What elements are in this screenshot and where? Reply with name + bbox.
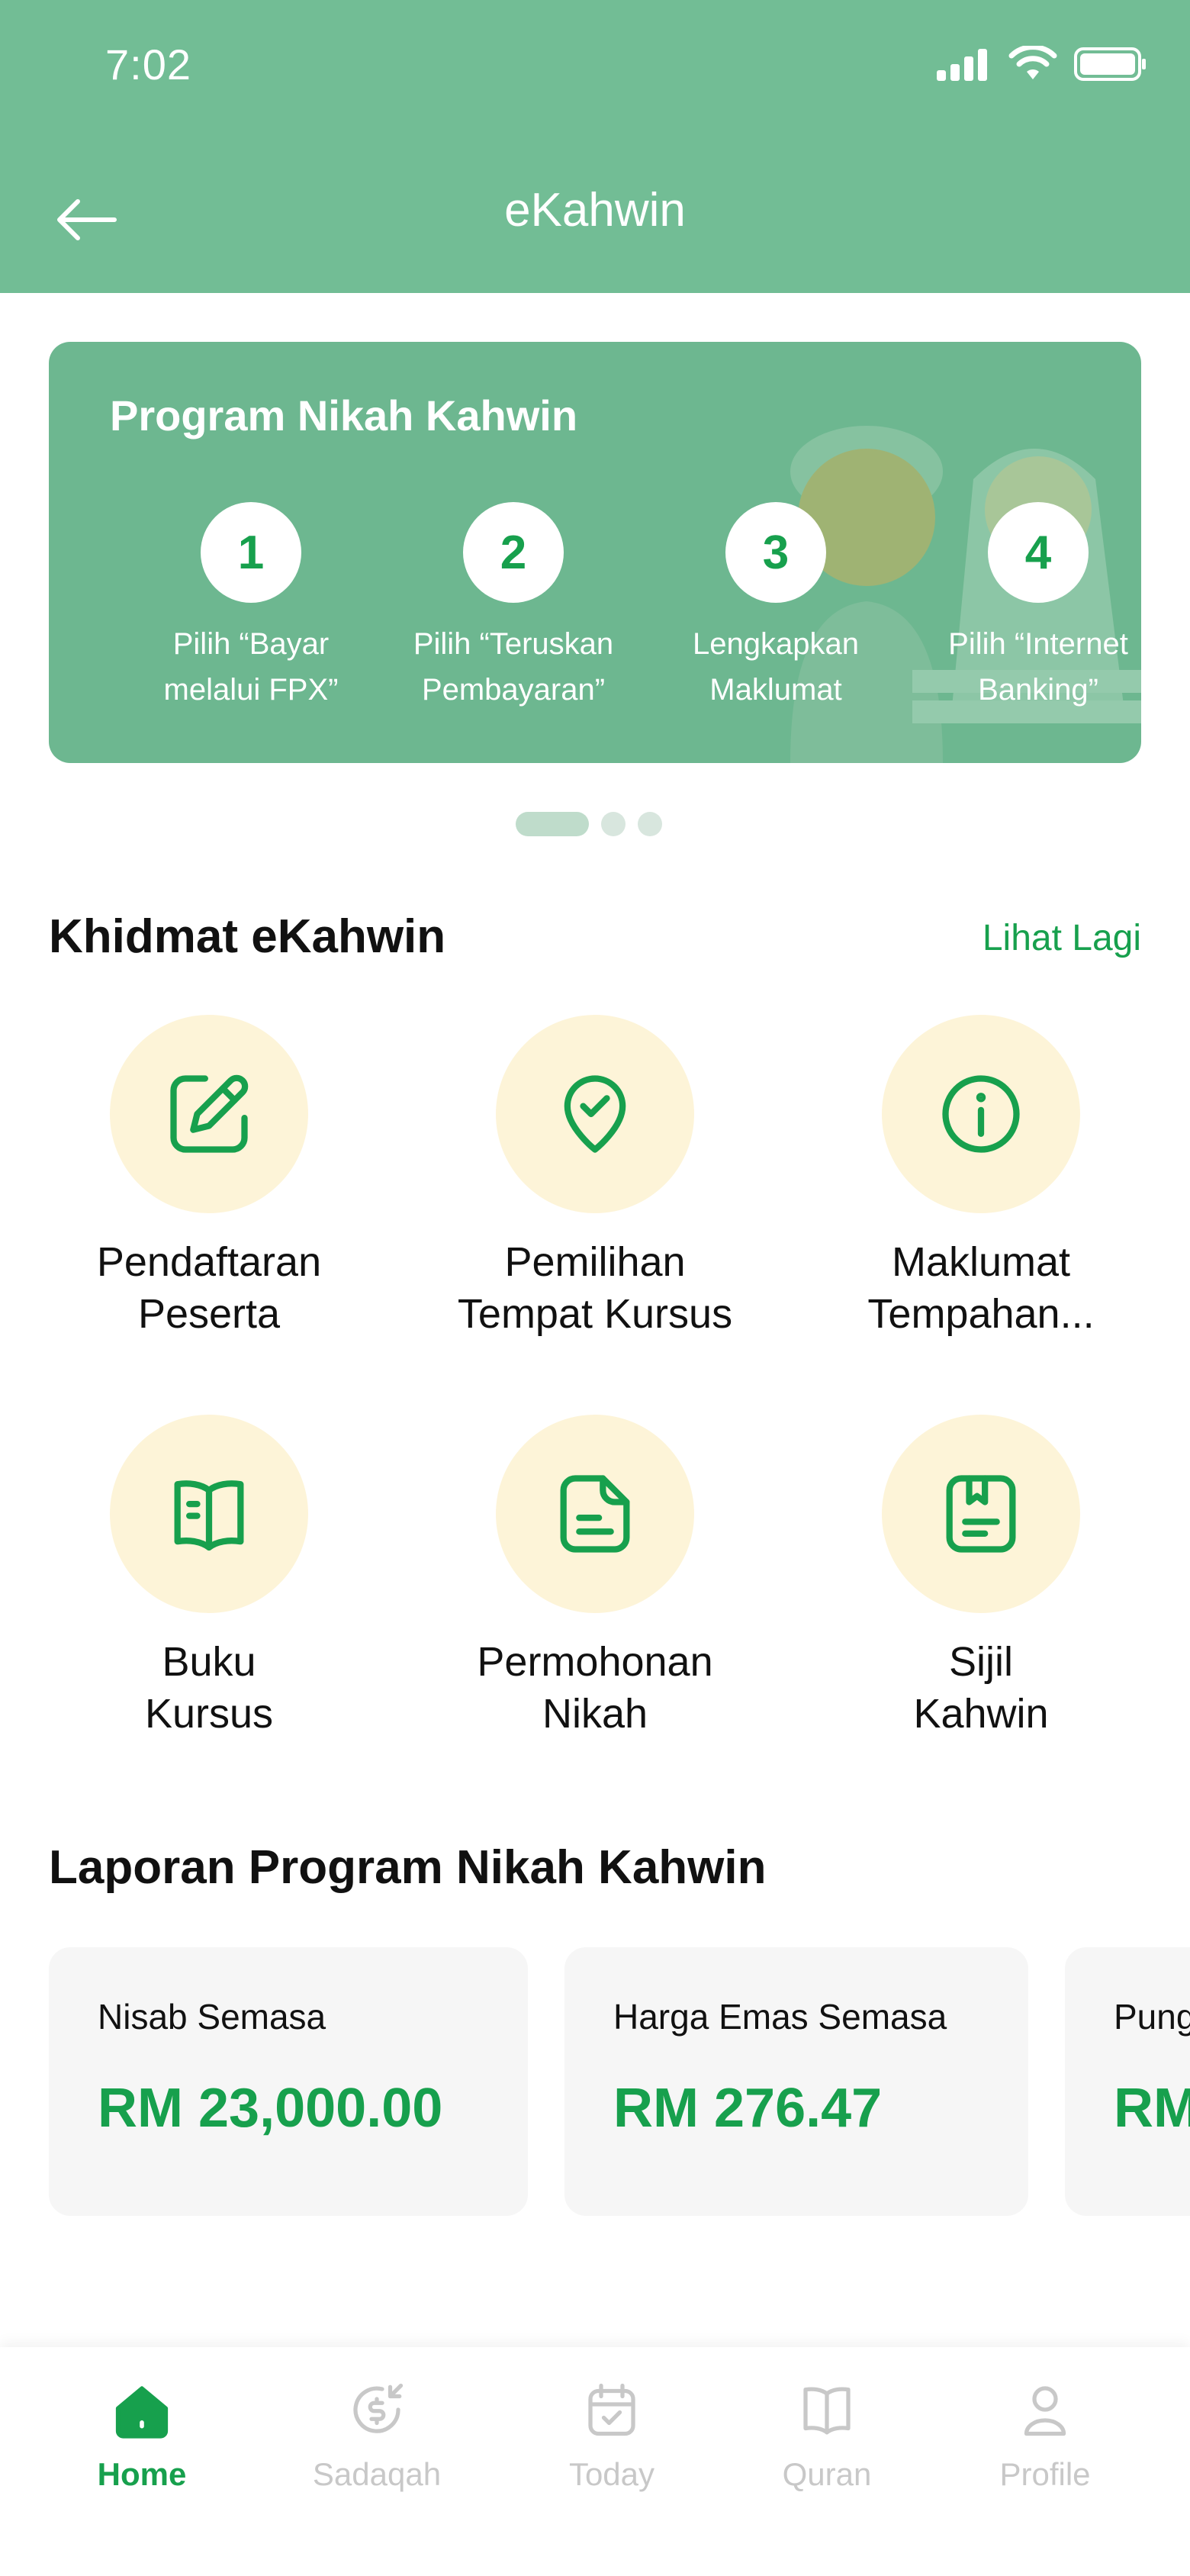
step-number: 1 <box>201 502 301 603</box>
service-sijil-kahwin[interactable]: Sijil Kahwin <box>821 1415 1141 1740</box>
calendar-icon <box>588 2383 635 2436</box>
service-label-line: Pemilihan <box>504 1239 686 1285</box>
report-cards-scroller[interactable]: Nisab Semasa RM 23,000.00 Harga Emas Sem… <box>49 1947 1190 2216</box>
nav-home[interactable]: Home <box>50 2378 233 2493</box>
service-label-line: Buku <box>162 1639 256 1685</box>
document-icon <box>560 1475 630 1553</box>
service-label-line: Permohonan <box>477 1639 713 1685</box>
services-title: Khidmat eKahwin <box>49 910 446 963</box>
service-label-line: Pendaftaran <box>96 1239 322 1285</box>
profile-icon <box>1024 2386 1066 2436</box>
step-label: Pilih “Bayar melalui FPX” <box>137 621 365 713</box>
app-bar: 7:02 eKahwin <box>0 0 1190 293</box>
step-label-line: Pilih “Teruskan <box>413 627 614 661</box>
service-label-line: Maklumat <box>891 1239 1071 1285</box>
status-icons <box>937 46 1147 82</box>
service-pendaftaran-peserta[interactable]: Pendaftaran Peserta <box>49 1015 369 1340</box>
service-pemilihan-tempat-kursus[interactable]: Pemilihan Tempat Kursus <box>435 1015 755 1340</box>
certificate-icon <box>946 1475 1016 1553</box>
nav-quran[interactable]: Quran <box>735 2378 918 2493</box>
service-label-line: Nikah <box>542 1691 648 1737</box>
service-icon-circle <box>496 1015 694 1213</box>
report-title: Laporan Program Nikah Kahwin <box>49 1841 767 1894</box>
report-card-harga-emas[interactable]: Harga Emas Semasa RM 276.47 <box>564 1947 1028 2216</box>
program-banner[interactable]: Program Nikah Kahwin 1 Pilih “Bayar mela… <box>49 342 1141 763</box>
report-card-nisab[interactable]: Nisab Semasa RM 23,000.00 <box>49 1947 528 2216</box>
service-label: Maklumat Tempahan... <box>821 1236 1141 1340</box>
service-label: Pendaftaran Peserta <box>49 1236 369 1340</box>
step-label-line: Maklumat <box>709 673 842 707</box>
service-icon-circle <box>882 1415 1080 1613</box>
card-value: RM 23,000.00 <box>98 2078 443 2139</box>
book-icon <box>174 1480 244 1551</box>
banner-step: 3 Lengkapkan Maklumat <box>661 502 890 713</box>
carousel-dot-active[interactable] <box>516 812 589 836</box>
page-title: eKahwin <box>504 184 686 237</box>
nav-profile[interactable]: Profile <box>954 2378 1137 2493</box>
signal-icon <box>937 49 987 81</box>
service-label: Sijil Kahwin <box>821 1636 1141 1740</box>
service-label-line: Peserta <box>137 1291 281 1337</box>
nav-label: Sadaqah <box>312 2456 442 2492</box>
card-label: Harga Emas Semasa <box>613 1997 947 2037</box>
location-check-icon <box>564 1075 626 1153</box>
service-label: Pemilihan Tempat Kursus <box>435 1236 755 1340</box>
wifi-icon <box>1008 46 1057 79</box>
card-value: RM 1,250.00 <box>1114 2078 1190 2139</box>
card-value: RM 276.47 <box>613 2078 883 2139</box>
step-label-line: Pilih “Internet <box>948 627 1128 661</box>
service-label: Buku Kursus <box>49 1636 369 1740</box>
banner-step: 4 Pilih “Internet Banking” <box>924 502 1141 713</box>
step-label-line: Banking” <box>978 673 1098 707</box>
carousel-dot[interactable] <box>601 812 626 836</box>
battery-icon <box>1074 47 1146 81</box>
nav-label: Home <box>97 2456 187 2492</box>
banner-step: 2 Pilih “Teruskan Pembayaran” <box>399 502 628 713</box>
service-buku-kursus[interactable]: Buku Kursus <box>49 1415 369 1740</box>
step-number: 3 <box>725 502 826 603</box>
service-label-line: Sijil <box>948 1639 1013 1685</box>
step-number: 2 <box>463 502 564 603</box>
step-label-line: Pilih “Bayar <box>172 627 330 661</box>
nav-label: Profile <box>999 2456 1091 2492</box>
status-time: 7:02 <box>105 40 191 89</box>
nav-today[interactable]: Today <box>520 2378 703 2493</box>
service-label-line: Tempahan... <box>867 1291 1095 1337</box>
service-label-line: Tempat Kursus <box>457 1291 733 1337</box>
carousel-dot[interactable] <box>638 812 662 836</box>
service-icon-circle <box>882 1015 1080 1213</box>
step-label: Pilih “Teruskan Pembayaran” <box>399 621 628 713</box>
card-label: Nisab Semasa <box>98 1997 326 2037</box>
see-more-link[interactable]: Lihat Lagi <box>983 917 1141 959</box>
step-number: 4 <box>988 502 1089 603</box>
card-label: Pungutan Zakat <box>1114 1997 1190 2037</box>
service-icon-circle <box>496 1415 694 1613</box>
step-label-line: Pembayaran” <box>421 673 606 707</box>
banner-title: Program Nikah Kahwin <box>110 391 578 440</box>
step-label: Pilih “Internet Banking” <box>924 621 1141 713</box>
service-label-line: Kursus <box>144 1691 274 1737</box>
step-label: Lengkapkan Maklumat <box>661 621 890 713</box>
service-icon-circle <box>110 1015 308 1213</box>
sadaqah-icon <box>353 2383 404 2433</box>
nav-label: Quran <box>782 2456 872 2492</box>
report-card-pungutan[interactable]: Pungutan Zakat RM 1,250.00 <box>1065 1947 1190 2216</box>
service-icon-circle <box>110 1415 308 1613</box>
service-label-line: Kahwin <box>913 1691 1049 1737</box>
service-label: Permohonan Nikah <box>435 1636 755 1740</box>
step-label-line: melalui FPX” <box>163 673 339 707</box>
info-icon <box>942 1075 1020 1153</box>
bottom-navigation: Home Sadaqah Today Quran Profile <box>0 2347 1190 2576</box>
banner-step: 1 Pilih “Bayar melalui FPX” <box>137 502 365 713</box>
carousel-indicator <box>516 812 662 836</box>
service-maklumat-tempahan[interactable]: Maklumat Tempahan... <box>821 1015 1141 1340</box>
nav-sadaqah[interactable]: Sadaqah <box>285 2378 468 2493</box>
edit-icon <box>170 1074 249 1153</box>
quran-icon <box>803 2387 851 2435</box>
step-label-line: Lengkapkan <box>693 627 859 661</box>
home-icon <box>115 2386 169 2439</box>
nav-label: Today <box>568 2456 655 2492</box>
service-permohonan-nikah[interactable]: Permohonan Nikah <box>435 1415 755 1740</box>
